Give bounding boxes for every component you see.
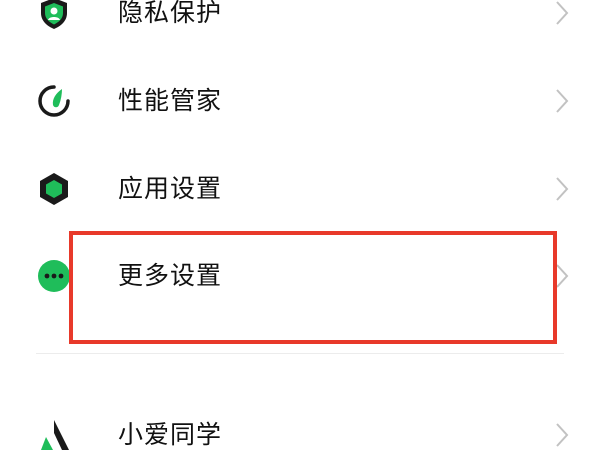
privacy-shield-icon [41, 0, 67, 29]
chevron-right-icon [556, 89, 569, 113]
settings-item-label: 隐私保护 [118, 0, 223, 27]
settings-item-label: 性能管家 [118, 86, 223, 115]
settings-item-label: 小爱同学 [118, 420, 223, 449]
section-divider [36, 353, 564, 354]
performance-gauge-icon [38, 85, 70, 117]
chevron-right-icon [556, 177, 569, 201]
settings-item-performance[interactable]: 性能管家 [0, 71, 600, 131]
settings-item-label: 应用设置 [118, 174, 223, 203]
settings-item-app-settings[interactable]: 应用设置 [0, 159, 600, 219]
settings-item-privacy[interactable]: 隐私保护 [0, 0, 600, 43]
app-hexagon-icon [40, 173, 68, 205]
highlight-box [69, 231, 557, 344]
more-dots-icon [38, 260, 70, 292]
settings-item-xiaoai[interactable]: 小爱同学 [0, 405, 600, 465]
chevron-right-icon [556, 423, 569, 447]
chevron-right-icon [556, 1, 569, 25]
xiaoai-assistant-icon [41, 420, 69, 450]
